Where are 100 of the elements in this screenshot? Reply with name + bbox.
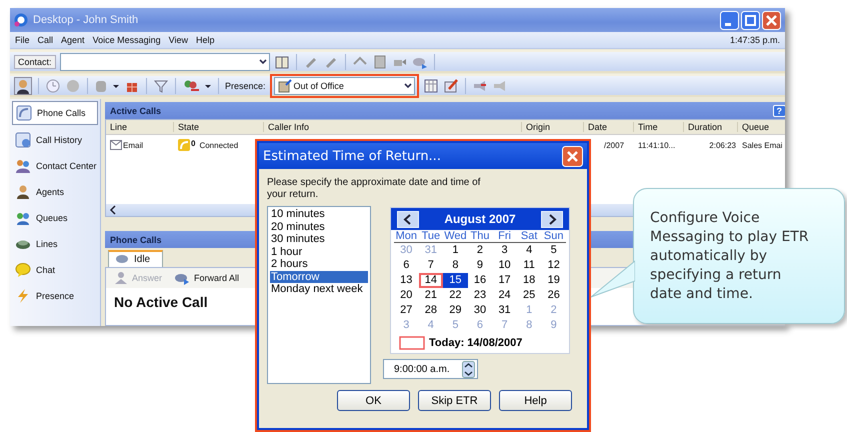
calendar-day[interactable]: 23 — [468, 288, 492, 303]
calendar-day[interactable]: 8 — [443, 258, 468, 273]
close-icon[interactable] — [762, 10, 781, 30]
menu-item[interactable]: Call — [38, 35, 54, 45]
weekday-label: Wed — [443, 230, 468, 242]
column-header[interactable]: Line — [106, 122, 174, 132]
calendar-day[interactable]: 21 — [418, 288, 444, 303]
calendar-day[interactable]: 28 — [418, 303, 444, 318]
pencil-icon[interactable] — [442, 78, 459, 94]
sidebar-item[interactable]: Agents — [10, 179, 100, 205]
panel-title: Phone Calls — [110, 234, 162, 244]
today-label[interactable]: Today: 14/08/2007 — [429, 337, 522, 349]
column-header[interactable]: Caller Info — [264, 122, 522, 132]
calendar-day[interactable]: 31 — [492, 303, 517, 318]
calendar-day[interactable]: 25 — [516, 288, 542, 303]
weekday-label: Fri — [497, 230, 512, 242]
table-cell-text: 11:41:10... — [637, 140, 676, 150]
sidebar-item[interactable]: Presence — [10, 283, 100, 309]
calendar-day[interactable]: 30 — [468, 303, 492, 318]
forward-icon — [174, 271, 190, 285]
column-header[interactable]: Origin — [522, 122, 584, 132]
calendar-day[interactable]: 3 — [492, 243, 517, 258]
people-icon — [15, 158, 31, 174]
tab[interactable]: Idle — [108, 250, 164, 267]
filter-icon[interactable] — [153, 78, 169, 94]
presence-label: Presence: — [225, 80, 266, 90]
envelope-icon — [110, 140, 122, 150]
calendar-day[interactable]: 16 — [468, 273, 492, 288]
calendar-day[interactable]: 15 — [443, 273, 468, 288]
list-item[interactable]: 20 minutes — [270, 220, 368, 233]
calendar-day[interactable]: 11 — [516, 258, 542, 273]
sidebar-item[interactable]: Queues — [10, 205, 100, 231]
weekday-label: Thu — [470, 230, 490, 242]
sidebar-item[interactable]: Lines — [10, 231, 100, 257]
calendar-day[interactable]: 13 — [394, 273, 419, 288]
dialog-title: Estimated Time of Return... — [263, 148, 441, 164]
sidebar-item[interactable]: Contact Center — [10, 153, 100, 179]
document-icon[interactable] — [372, 54, 388, 70]
calendar-day[interactable]: 7 — [418, 258, 444, 273]
toolbar-button[interactable]: Forward All — [174, 271, 240, 285]
contact-field[interactable] — [60, 52, 270, 70]
menu-item[interactable]: Voice Messaging — [92, 35, 161, 45]
minimize-icon[interactable] — [720, 10, 739, 30]
table-cell-text: /2007 — [603, 140, 626, 150]
calendar-day[interactable]: 4 — [516, 243, 542, 258]
agent-icon[interactable] — [14, 76, 32, 94]
today-marker-icon — [399, 336, 425, 350]
list-item[interactable]: 1 hour — [270, 246, 368, 258]
column-header[interactable]: Queue — [738, 122, 785, 132]
calendar-day[interactable]: 12 — [541, 258, 566, 273]
calendar-day[interactable]: 17 — [492, 273, 517, 288]
menu-item[interactable]: Help — [196, 35, 214, 45]
time-field[interactable]: 9:00:00 a.m. — [383, 359, 478, 379]
sidebar-item[interactable]: Chat — [10, 257, 100, 283]
chevron-left-icon — [109, 205, 117, 215]
calendar-day[interactable]: 2 — [468, 243, 492, 258]
chevron-right-icon[interactable] — [540, 210, 563, 228]
people-icon[interactable] — [182, 78, 200, 94]
book-icon[interactable] — [274, 54, 290, 70]
menu-item[interactable]: View — [168, 35, 188, 45]
calendar-day[interactable]: 20 — [394, 288, 419, 303]
calendar-day[interactable]: 29 — [443, 303, 468, 318]
menu-item[interactable]: Agent — [61, 35, 85, 45]
sidebar-item[interactable]: Call History — [10, 127, 100, 153]
calendar-day[interactable]: 26 — [541, 288, 566, 303]
presence-dropdown[interactable]: Out of Office — [274, 76, 415, 94]
list-item[interactable]: 10 minutes — [270, 208, 368, 220]
column-header[interactable]: Time — [634, 122, 684, 132]
list-item[interactable]: Tomorrow — [270, 270, 368, 283]
column-header[interactable]: State — [174, 122, 264, 132]
menu-item[interactable]: File — [15, 35, 30, 45]
table-cell: Email — [123, 140, 144, 150]
column-header[interactable]: Date — [584, 122, 634, 132]
weekday-label: Mon — [394, 230, 418, 242]
calendar-day[interactable]: 10 — [492, 258, 517, 273]
calendar-day[interactable]: 27 — [394, 303, 419, 318]
column-header[interactable]: Duration — [684, 122, 738, 132]
sidebar-item[interactable]: Phone Calls — [12, 101, 98, 125]
table-cell-text: 2:06:23 — [708, 140, 737, 150]
dialog-button[interactable]: Skip ETR — [418, 390, 491, 411]
callout-text: Configure Voice Messaging to play ETR automatically by specifying a return date and time. — [650, 208, 810, 304]
calendar-day[interactable]: 18 — [516, 273, 542, 288]
dialog-button[interactable]: OK — [337, 390, 410, 411]
calendar-day[interactable]: 5 — [541, 243, 566, 258]
calendar-day[interactable]: 6 — [394, 258, 419, 273]
maximize-icon[interactable] — [741, 10, 760, 30]
calendar-day[interactable]: 24 — [492, 288, 517, 303]
list-item[interactable]: Monday next week — [270, 283, 368, 296]
list-item[interactable]: 2 hours — [270, 258, 368, 270]
table-cell-text: Sales Emai — [741, 140, 784, 150]
person-icon — [15, 184, 31, 200]
calendar-day[interactable]: 22 — [443, 288, 468, 303]
calendar-day[interactable]: 9 — [468, 258, 492, 273]
dialog-button[interactable]: Help — [499, 390, 572, 411]
help-button[interactable]: ? — [772, 104, 785, 116]
calendar-day[interactable]: 1 — [443, 243, 468, 258]
chevron-left-icon[interactable] — [397, 210, 419, 228]
calendar-day[interactable]: 19 — [541, 273, 566, 288]
close-icon[interactable] — [562, 146, 583, 166]
list-item[interactable]: 30 minutes — [270, 233, 368, 246]
